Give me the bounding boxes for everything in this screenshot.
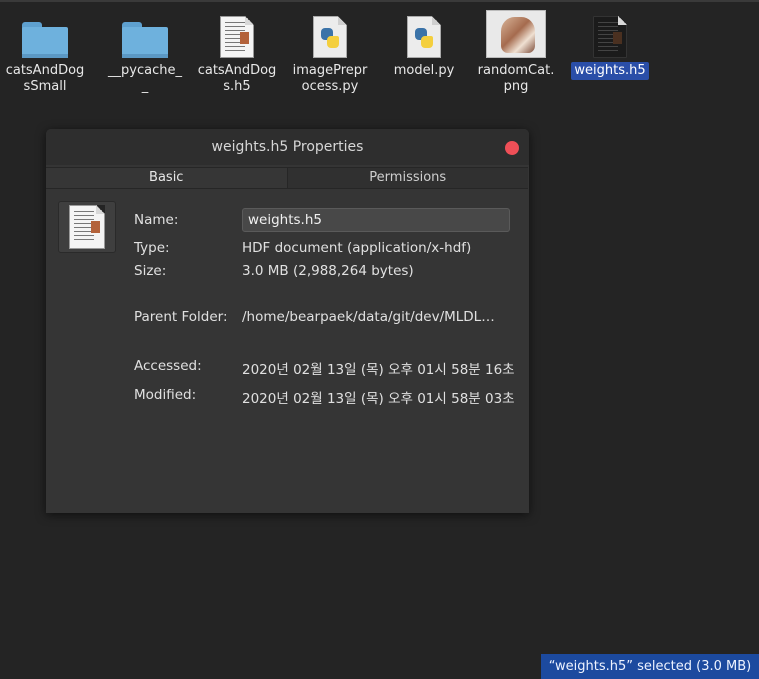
file-manager-view: catsAndDogsSmall __pycache__ catsAndDogs… <box>0 0 759 679</box>
accessed-value: 2020년 02월 13일 (목) 오후 01시 58분 16초 <box>242 362 515 378</box>
name-input[interactable] <box>242 208 510 232</box>
tab-basic[interactable]: Basic <box>46 168 288 188</box>
size-value: 3.0 MB (2,988,264 bytes) <box>242 263 414 279</box>
python-file-icon <box>300 8 360 58</box>
python-file-icon <box>394 8 454 58</box>
file-name: weights.h5 <box>571 62 649 80</box>
dialog-title: weights.h5 Properties <box>211 139 364 155</box>
file-name: __pycache__ <box>108 63 182 94</box>
document-icon <box>207 8 267 58</box>
dialog-titlebar[interactable]: weights.h5 Properties <box>46 129 529 165</box>
file-type-icon[interactable] <box>58 201 116 253</box>
file-item-pycache[interactable]: __pycache__ <box>102 8 188 96</box>
modified-label: Modified: <box>134 387 197 403</box>
status-bar: “weights.h5” selected (3.0 MB) <box>541 654 759 679</box>
file-name: imagePreprocess.py <box>292 63 368 94</box>
file-name: catsAndDogsSmall <box>5 63 85 94</box>
file-name: randomCat.png <box>477 63 555 94</box>
file-item-model-py[interactable]: model.py <box>381 8 467 80</box>
tab-permissions[interactable]: Permissions <box>287 168 528 188</box>
parent-folder-label: Parent Folder: <box>134 309 228 325</box>
image-thumbnail <box>486 8 546 58</box>
properties-dialog: weights.h5 Properties Basic Permissions … <box>46 129 529 513</box>
folder-icon <box>15 8 75 58</box>
folder-icon <box>115 8 175 58</box>
file-item-randomcat-png[interactable]: randomCat.png <box>473 8 559 96</box>
name-label: Name: <box>134 212 179 228</box>
file-item-catsanddogs-h5[interactable]: catsAndDogs.h5 <box>194 8 280 96</box>
dialog-tabs: Basic Permissions <box>46 167 528 189</box>
file-name: catsAndDogs.h5 <box>197 63 277 94</box>
file-item-weights-h5[interactable]: weights.h5 <box>567 8 653 80</box>
type-value: HDF document (application/x-hdf) <box>242 240 472 256</box>
type-label: Type: <box>134 240 170 256</box>
document-icon <box>580 8 640 58</box>
file-item-imagepreprocess-py[interactable]: imagePreprocess.py <box>287 8 373 96</box>
close-button[interactable] <box>505 141 519 155</box>
top-divider <box>0 0 759 2</box>
modified-value: 2020년 02월 13일 (목) 오후 01시 58분 03초 <box>242 391 515 407</box>
file-item-catsanddogssmall[interactable]: catsAndDogsSmall <box>2 8 88 96</box>
accessed-label: Accessed: <box>134 358 202 374</box>
size-label: Size: <box>134 263 167 279</box>
parent-folder-value[interactable]: /home/bearpaek/data/git/dev/MLDL… <box>242 309 495 325</box>
file-name: model.py <box>393 63 455 78</box>
